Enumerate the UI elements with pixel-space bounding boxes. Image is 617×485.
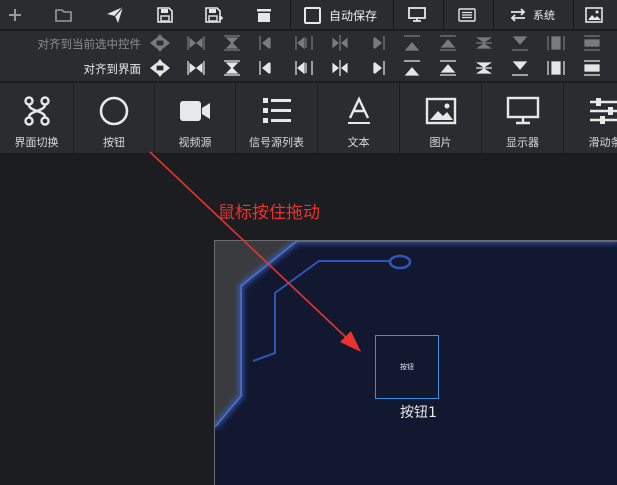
palette-item-signal-list[interactable]: 信号源列表 — [236, 83, 318, 155]
system-menu[interactable]: 系统 — [509, 5, 555, 25]
align-to-page-label: 对齐到界面 — [83, 62, 142, 76]
toolbar-divider — [393, 0, 394, 30]
palette-label: 文本 — [347, 136, 370, 149]
toolbar-divider — [493, 0, 494, 30]
monitor-icon[interactable] — [406, 4, 428, 26]
align-h-center-icon[interactable] — [186, 59, 206, 77]
align-left-edge-icon[interactable] — [294, 59, 314, 77]
button-widget[interactable]: 按钮 — [375, 335, 439, 399]
save-icon[interactable] — [154, 4, 176, 26]
button-widget-name: 按钮1 — [400, 405, 437, 421]
monitor-icon — [505, 95, 541, 127]
palette-label: 按钮 — [103, 136, 125, 149]
top-toolbar: 自动保存 系统 — [0, 0, 617, 30]
align-left-icon[interactable] — [258, 59, 278, 77]
distribute-h-icon[interactable] — [546, 59, 566, 77]
text-icon — [341, 95, 377, 127]
palette-label: 视频源 — [178, 136, 212, 149]
align-h-center-line-icon[interactable] — [330, 34, 350, 52]
autosave-checkbox[interactable] — [304, 6, 321, 24]
folder-open-icon[interactable] — [53, 4, 75, 26]
distribute-v-icon[interactable] — [582, 59, 602, 77]
align-top-icon[interactable] — [402, 34, 422, 52]
align-left-icon[interactable] — [258, 34, 278, 52]
save-as-icon[interactable] — [203, 4, 225, 26]
image-icon[interactable] — [583, 4, 605, 26]
palette-item-picture[interactable]: 图片 — [400, 83, 482, 155]
picture-icon — [423, 95, 459, 127]
distribute-v-icon[interactable] — [582, 34, 602, 52]
palette-item-button[interactable]: 按钮 — [74, 83, 155, 155]
align-to-page-row: 对齐到界面 — [0, 56, 617, 81]
palette-item-text[interactable]: 文本 — [318, 83, 400, 155]
video-camera-icon — [177, 95, 213, 127]
align-middle-icon[interactable] — [438, 59, 458, 77]
align-h-center-line-icon[interactable] — [330, 59, 350, 77]
align-h-center-icon[interactable] — [186, 34, 206, 52]
palette-label: 界面切换 — [14, 136, 59, 149]
palette-label: 信号源列表 — [249, 136, 304, 149]
slider-icon — [587, 95, 617, 127]
palette-label: 滑动条 — [588, 136, 617, 149]
align-center-icon[interactable] — [150, 34, 170, 52]
autosave-toggle[interactable]: 自动保存 — [304, 5, 377, 25]
align-right-icon[interactable] — [366, 34, 386, 52]
palette-item-video-source[interactable]: 视频源 — [155, 83, 236, 155]
align-middle-icon[interactable] — [438, 34, 458, 52]
align-left-edge-icon[interactable] — [294, 34, 314, 52]
palette-label: 显示器 — [506, 136, 539, 149]
align-v-middle-icon[interactable] — [474, 34, 494, 52]
palette-item-slider[interactable]: 滑动条 — [564, 83, 617, 155]
autosave-label: 自动保存 — [329, 8, 378, 23]
add-icon[interactable] — [4, 4, 26, 26]
page-switch-icon — [19, 95, 55, 127]
drag-hint-annotation: 鼠标按住拖动 — [218, 203, 320, 223]
align-to-selection-row: 对齐到当前选中控件 — [0, 31, 617, 56]
palette-item-page-switch[interactable]: 界面切换 — [0, 83, 74, 155]
list-icon[interactable] — [456, 4, 478, 26]
swap-icon — [510, 8, 526, 22]
align-v-center-icon[interactable] — [222, 34, 242, 52]
distribute-h-icon[interactable] — [546, 34, 566, 52]
circle-button-icon — [96, 95, 132, 127]
send-icon[interactable] — [104, 4, 126, 26]
align-bottom-icon[interactable] — [510, 34, 530, 52]
palette-label: 图片 — [429, 136, 452, 149]
align-v-center-icon[interactable] — [222, 59, 242, 77]
list-icon — [259, 95, 295, 127]
align-center-icon[interactable] — [150, 59, 170, 77]
button-widget-text: 按钮 — [400, 363, 414, 371]
toolbar-divider — [443, 0, 444, 30]
align-to-selection-label: 对齐到当前选中控件 — [37, 37, 142, 51]
toolbar-divider — [573, 0, 574, 30]
component-palette: 界面切换 按钮 视频源 信号源列表 文本 图片 显示器 滑动条 — [0, 82, 617, 155]
align-bottom-icon[interactable] — [510, 59, 530, 77]
align-right-icon[interactable] — [366, 59, 386, 77]
delete-icon[interactable] — [253, 4, 275, 26]
system-label: 系统 — [533, 9, 555, 22]
toolbar-divider — [290, 0, 291, 30]
align-top-icon[interactable] — [402, 59, 422, 77]
align-v-middle-icon[interactable] — [474, 59, 494, 77]
palette-item-monitor[interactable]: 显示器 — [482, 83, 564, 155]
